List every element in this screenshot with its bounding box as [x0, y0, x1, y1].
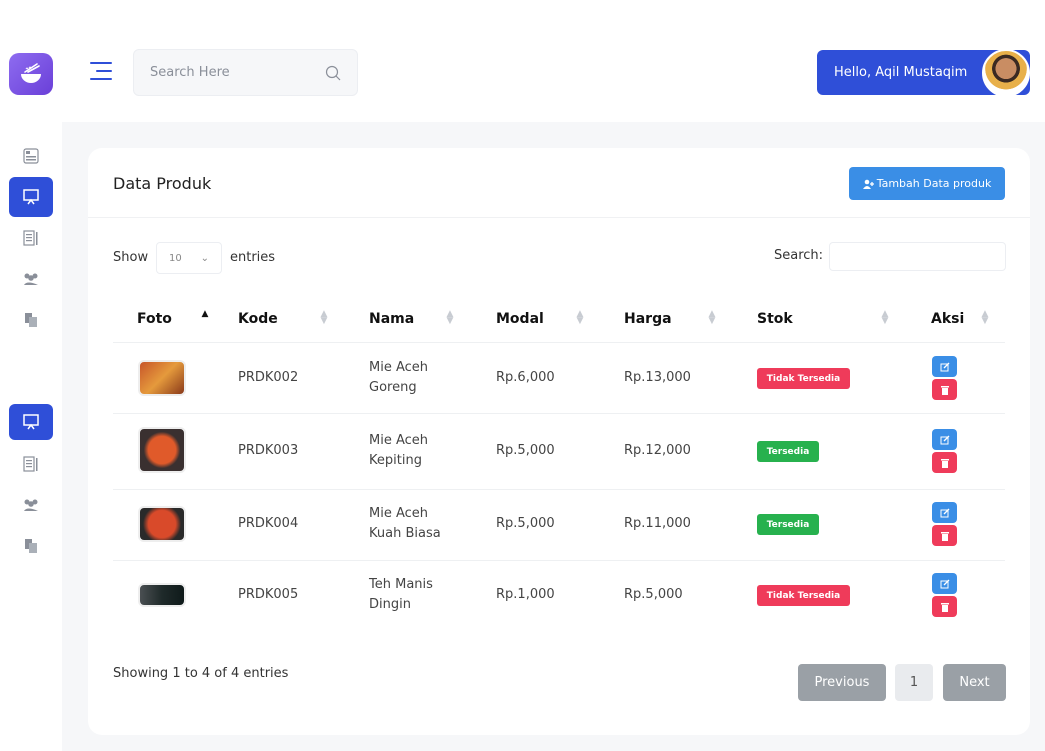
- edit-button[interactable]: [932, 356, 957, 377]
- column-header-harga[interactable]: Harga: [624, 311, 672, 327]
- menu-toggle-icon[interactable]: [90, 62, 112, 82]
- column-header-stok[interactable]: Stok: [757, 311, 793, 327]
- previous-page-button[interactable]: Previous: [798, 664, 886, 701]
- column-header-foto[interactable]: Foto: [137, 311, 172, 327]
- product-photo: [138, 583, 186, 607]
- table-cell-modal: Rp.6,000: [496, 370, 555, 385]
- edit-icon: [940, 435, 949, 444]
- edit-button[interactable]: [932, 429, 957, 450]
- table-cell-harga: Rp.5,000: [624, 587, 683, 602]
- product-photo: [138, 506, 186, 542]
- delete-button[interactable]: [932, 452, 957, 473]
- show-label: Show: [113, 250, 149, 265]
- sidebar-clipboard-icon[interactable]: [9, 218, 53, 258]
- trash-icon: [940, 531, 949, 541]
- trash-icon: [940, 385, 949, 395]
- delete-button[interactable]: [932, 525, 957, 546]
- column-header-nama[interactable]: Nama: [369, 311, 414, 327]
- sort-icon[interactable]: ▲ ▼: [981, 310, 989, 326]
- sort-icon[interactable]: ▲ ▼: [708, 310, 716, 326]
- sidebar-files-icon-2[interactable]: [9, 526, 53, 566]
- trash-icon: [940, 458, 949, 468]
- avatar[interactable]: [982, 49, 1030, 97]
- status-badge: Tersedia: [757, 441, 819, 462]
- sidebar: [0, 0, 62, 751]
- table-cell-nama: Mie Aceh Kepiting: [369, 433, 429, 468]
- column-header-kode[interactable]: Kode: [238, 311, 278, 327]
- add-product-label: Tambah Data produk: [876, 177, 992, 190]
- sidebar-dashboard-icon[interactable]: [9, 136, 53, 176]
- sidebar-presentation-icon-2[interactable]: [9, 404, 53, 440]
- card-divider: [88, 217, 1030, 218]
- edit-icon: [940, 508, 949, 517]
- page-length-select[interactable]: 10 ⌄: [156, 242, 222, 274]
- app-logo[interactable]: [9, 53, 53, 95]
- column-header-aksi[interactable]: Aksi: [931, 311, 964, 327]
- table-cell-kode: PRDK005: [238, 587, 299, 602]
- column-header-modal[interactable]: Modal: [496, 311, 544, 327]
- sort-asc-icon[interactable]: ▲: [201, 310, 209, 319]
- table-cell-modal: Rp.1,000: [496, 587, 555, 602]
- delete-button[interactable]: [932, 596, 957, 617]
- trash-icon: [940, 602, 949, 612]
- status-badge: Tidak Tersedia: [757, 368, 850, 389]
- sidebar-presentation-icon[interactable]: [9, 177, 53, 217]
- chevron-down-icon: ⌄: [200, 252, 209, 264]
- header-search[interactable]: [133, 49, 358, 96]
- noodle-bowl-icon: [21, 63, 41, 83]
- sort-icon[interactable]: ▲ ▼: [320, 310, 328, 326]
- table-cell-harga: Rp.13,000: [624, 370, 691, 385]
- edit-button[interactable]: [932, 502, 957, 523]
- search-icon[interactable]: [325, 65, 341, 81]
- product-photo: [138, 427, 186, 473]
- sidebar-users-icon[interactable]: [9, 259, 53, 299]
- sidebar-clipboard-icon-2[interactable]: [9, 444, 53, 484]
- page-length-value: 10: [169, 252, 182, 264]
- sort-icon[interactable]: ▲ ▼: [446, 310, 454, 326]
- table-cell-kode: PRDK004: [238, 516, 299, 531]
- page-number-button[interactable]: 1: [895, 664, 933, 701]
- sort-icon[interactable]: ▲ ▼: [881, 310, 889, 326]
- search-input[interactable]: [150, 65, 325, 80]
- edit-icon: [940, 362, 949, 371]
- product-photo: [138, 360, 186, 396]
- table-cell-modal: Rp.5,000: [496, 443, 555, 458]
- product-card: [88, 148, 1030, 735]
- row-divider: [113, 489, 1005, 490]
- row-divider: [113, 560, 1005, 561]
- delete-button[interactable]: [932, 379, 957, 400]
- table-cell-harga: Rp.12,000: [624, 443, 691, 458]
- table-cell-harga: Rp.11,000: [624, 516, 691, 531]
- add-user-icon: [862, 179, 874, 189]
- status-badge: Tersedia: [757, 514, 819, 535]
- table-cell-nama: Teh Manis Dingin: [369, 577, 433, 612]
- entries-label: entries: [230, 250, 276, 265]
- user-greeting: Hello, Aqil Mustaqim: [834, 65, 968, 80]
- table-cell-kode: PRDK002: [238, 370, 299, 385]
- table-cell-nama: Mie Aceh Kuah Biasa: [369, 506, 441, 541]
- table-info: Showing 1 to 4 of 4 entries: [113, 666, 289, 681]
- next-page-button[interactable]: Next: [943, 664, 1006, 701]
- edit-button[interactable]: [932, 573, 957, 594]
- edit-icon: [940, 579, 949, 588]
- table-search-input[interactable]: [829, 242, 1006, 271]
- sidebar-files-icon[interactable]: [9, 300, 53, 340]
- status-badge: Tidak Tersedia: [757, 585, 850, 606]
- table-cell-nama: Mie Aceh Goreng: [369, 360, 429, 395]
- add-product-button[interactable]: Tambah Data produk: [849, 167, 1005, 200]
- table-cell-kode: PRDK003: [238, 443, 299, 458]
- page-title: Data Produk: [113, 174, 212, 193]
- sidebar-users-icon-2[interactable]: [9, 485, 53, 525]
- table-search-label: Search:: [774, 248, 824, 263]
- header-divider: [113, 342, 1005, 343]
- row-divider: [113, 413, 1005, 414]
- table-cell-modal: Rp.5,000: [496, 516, 555, 531]
- sort-icon[interactable]: ▲ ▼: [576, 310, 584, 326]
